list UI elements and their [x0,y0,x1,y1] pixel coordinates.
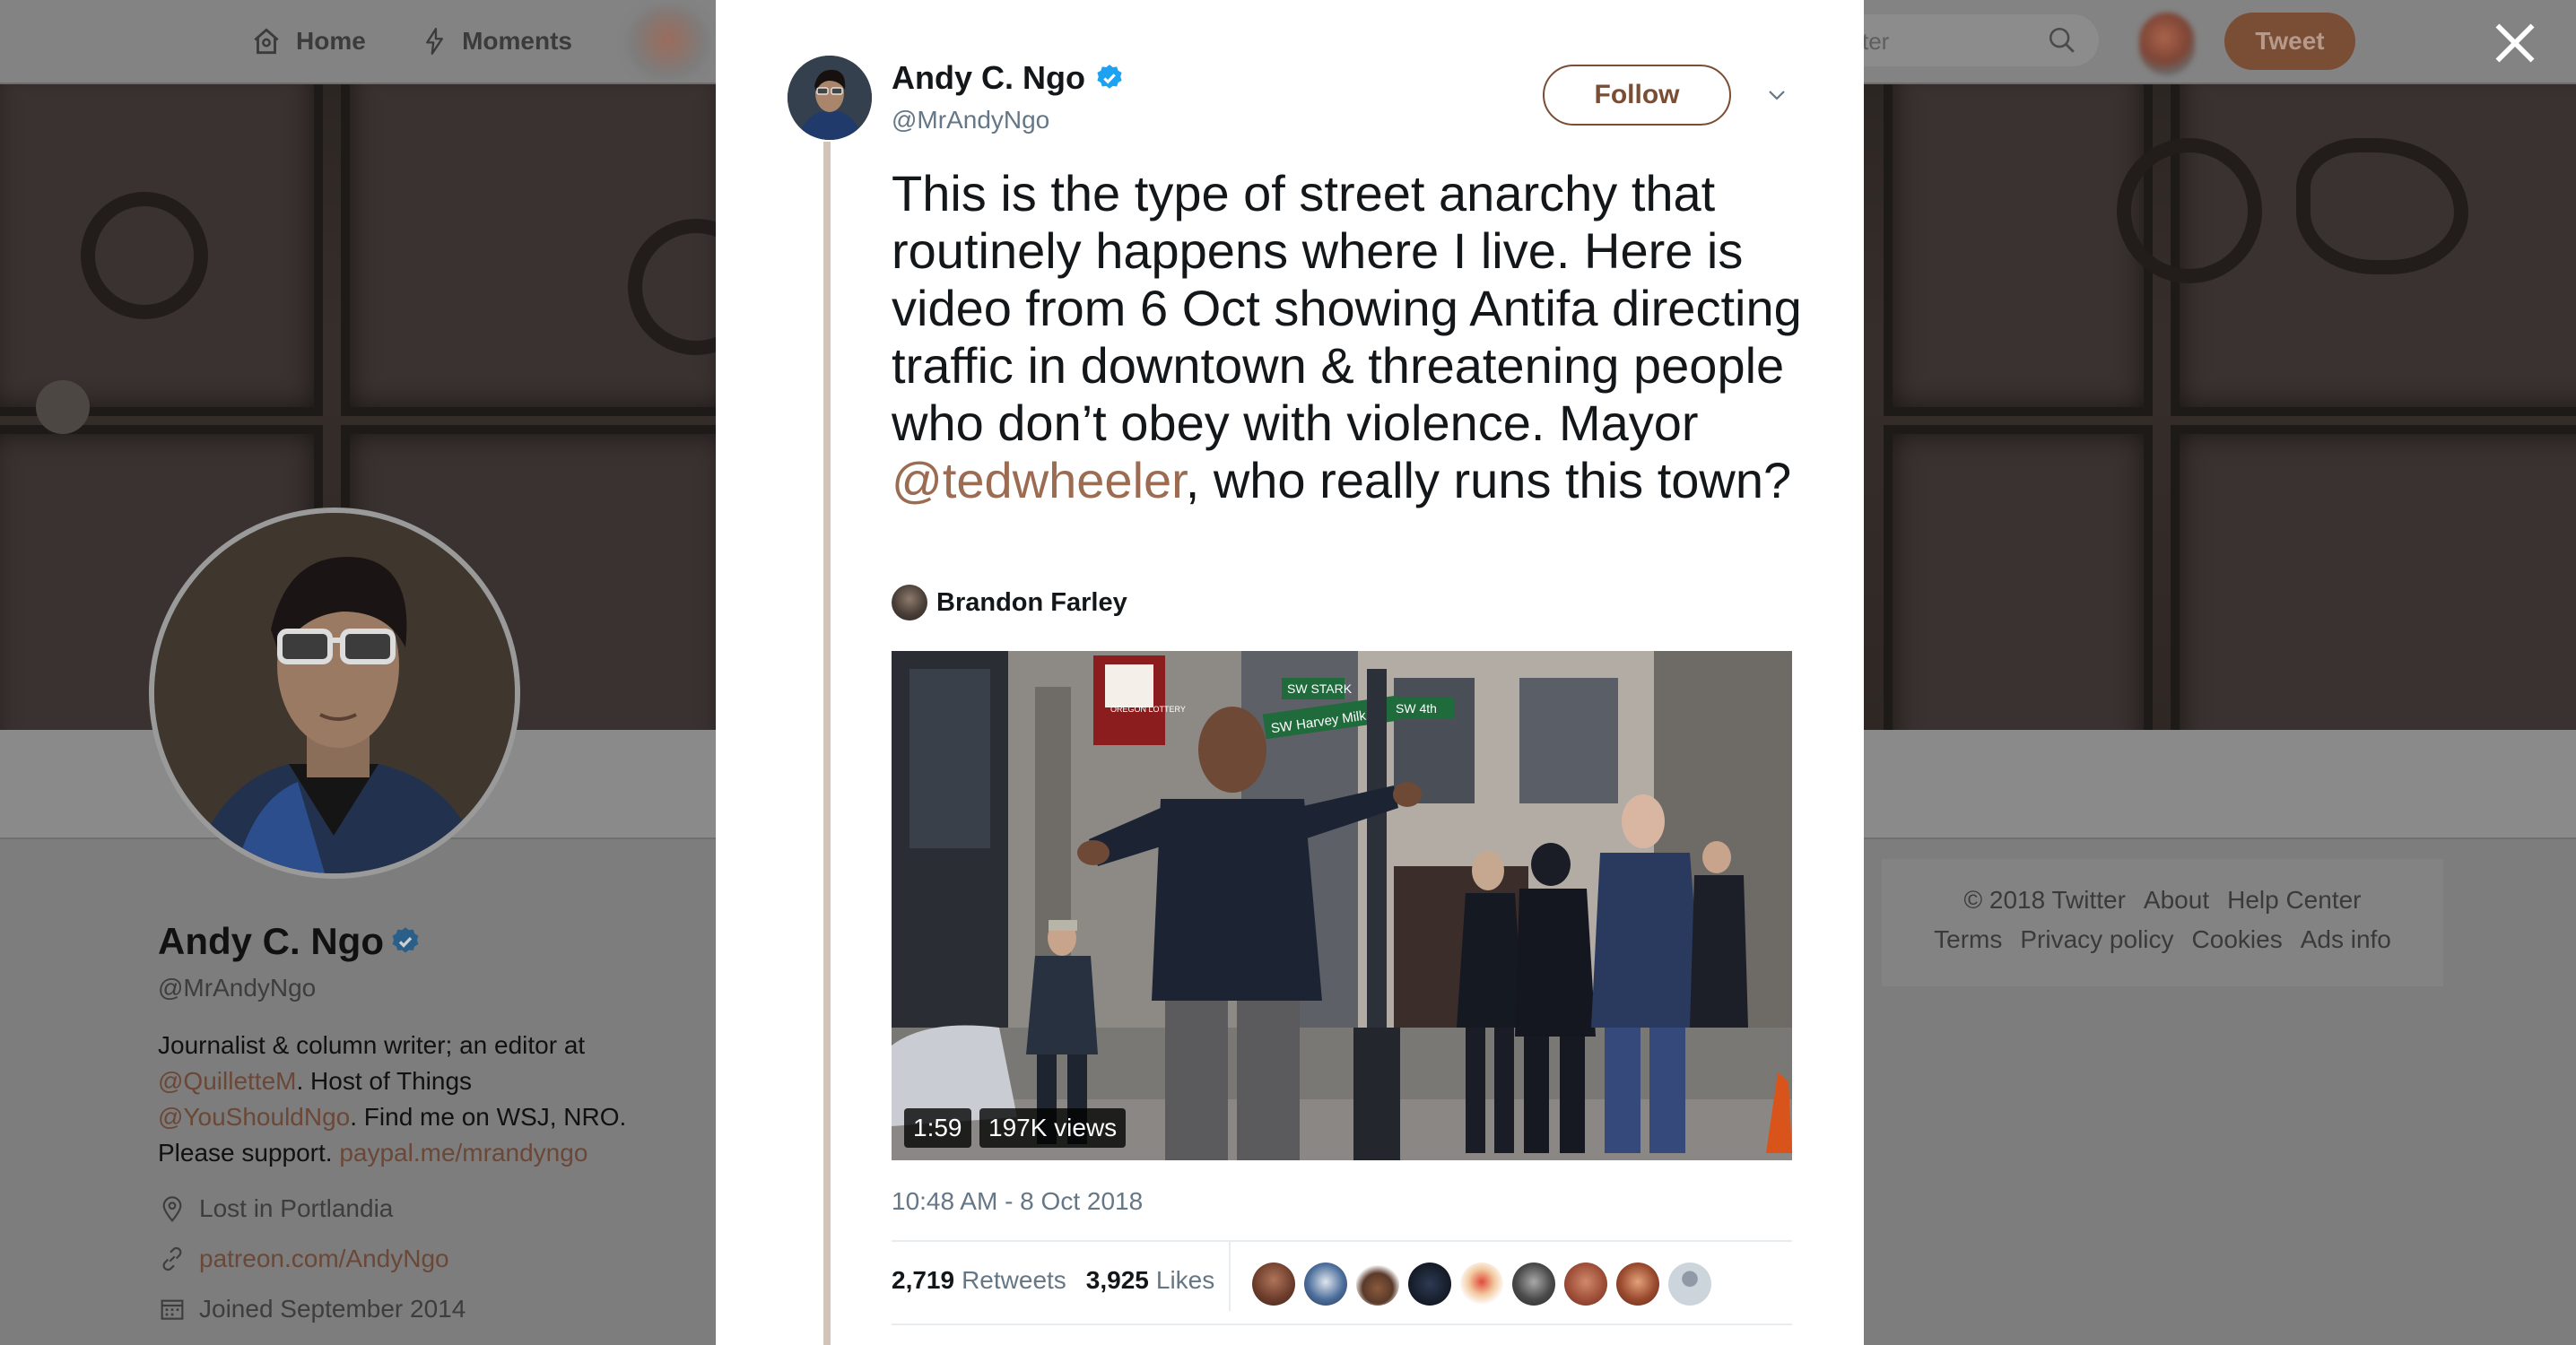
bio-link-quillette[interactable]: @QuilletteM [158,1067,296,1095]
account-avatar[interactable] [2139,13,2195,75]
location-pin-icon [162,1196,182,1222]
profile-website-link[interactable]: patreon.com/AndyNgo [199,1245,449,1273]
search-placeholder: ter [1862,28,1890,55]
divider [892,1323,1792,1325]
tweet-text: This is the type of street anarchy that … [892,165,1806,509]
video-views: 197K views [979,1108,1127,1148]
banner-door-panel [1884,84,2153,416]
profile-avatar[interactable] [149,508,520,879]
follow-button[interactable]: Follow [1543,65,1731,126]
home-icon [254,28,279,55]
retweets-stat[interactable]: 2,719 Retweets [892,1266,1066,1295]
stats-separator [1229,1241,1231,1311]
author-avatar[interactable] [788,56,872,140]
profile-handle: @MrAndyNgo [158,974,317,1002]
profile-location: Lost in Portlandia [158,1194,393,1223]
close-icon[interactable] [2492,20,2538,66]
author-name-text: Andy C. Ngo [892,59,1085,96]
liker-avatar-default[interactable] [1668,1263,1711,1306]
bio-link-paypal[interactable]: paypal.me/mrandyngo [339,1139,587,1167]
profile-bio: Journalist & column writer; an editor at… [158,1028,660,1171]
video-credit[interactable]: Brandon Farley [892,585,1127,620]
verified-badge-icon [1097,65,1122,89]
calendar-icon [161,1299,184,1320]
tweet-modal: Andy C. Ngo @MrAndyNgo Follow This is th… [716,0,1864,1345]
profile-avatar-image [154,513,515,873]
site-footer: © 2018 Twitter About Help Center Terms Priv… [1882,859,2443,986]
profile-joined-text: Joined September 2014 [199,1295,466,1323]
bio-link-youshouldngo[interactable]: @YouShouldNgo [158,1103,350,1131]
divider [892,1240,1792,1242]
compose-tweet-button[interactable]: Tweet [2224,13,2355,70]
profile-name-text: Andy C. Ngo [158,920,384,962]
nav-moments[interactable]: Moments [420,23,572,59]
footer-link-terms[interactable]: Terms [1934,925,2002,953]
footer-copyright: © 2018 Twitter [1963,886,2126,914]
liker-avatar[interactable] [1460,1263,1503,1306]
liker-avatar[interactable] [1356,1263,1399,1306]
footer-link-cookies[interactable]: Cookies [2192,925,2283,953]
video-thumbnail: SW STARK SW Harvey Milk SW 4th OREGON LO… [892,651,1792,1160]
banner-ornament [81,192,208,319]
bio-text: . Find me on WSJ, NRO. [350,1103,627,1131]
chevron-down-icon[interactable] [1763,84,1790,106]
lottery-sign-text: OREGON LOTTERY [1110,705,1186,714]
video-credit-name: Brandon Farley [936,587,1127,617]
liker-avatar[interactable] [1304,1263,1347,1306]
liker-avatar[interactable] [1616,1263,1659,1306]
bio-text: Please support. [158,1139,340,1167]
credit-avatar [892,585,927,620]
author-name[interactable]: Andy C. Ngo [892,59,1125,97]
footer-link-about[interactable]: About [2144,886,2209,914]
lightning-icon [426,28,443,55]
footer-link-privacy[interactable]: Privacy policy [2020,925,2173,953]
search-icon[interactable] [2047,25,2077,56]
likes-label: Likes [1155,1266,1215,1294]
video-duration: 1:59 [904,1108,971,1148]
likers-avatars [1252,1263,1711,1306]
tweet-stats: 2,719 Retweets 3,925 Likes [892,1266,1234,1295]
profile-name: Andy C. Ngo [158,920,422,963]
footer-link-help-center[interactable]: Help Center [2227,886,2361,914]
video-player[interactable]: SW STARK SW Harvey Milk SW 4th OREGON LO… [892,651,1792,1160]
tweet-timestamp[interactable]: 10:48 AM - 8 Oct 2018 [892,1187,1143,1216]
verified-badge-icon [392,927,419,953]
profile-joined: Joined September 2014 [158,1295,466,1323]
banner-door-panel [2171,425,2576,730]
banner-door-panel [1884,425,2153,730]
liker-avatar[interactable] [1512,1263,1555,1306]
footer-row: Terms Privacy policy Cookies Ads info [1882,925,2443,954]
tweet-text-part: , who really runs this town? [1185,452,1792,508]
thread-line [823,142,831,1345]
bio-text: . Host of Things [296,1067,473,1095]
author-handle[interactable]: @MrAndyNgo [892,106,1049,134]
author-avatar-image [788,56,872,140]
footer-row: © 2018 Twitter About Help Center [1882,886,2443,915]
retweets-label: Retweets [962,1266,1066,1294]
bio-text: Journalist & column writer; an editor at [158,1031,586,1059]
liker-avatar[interactable] [1252,1263,1295,1306]
street-sign-text: SW 4th [1396,701,1437,716]
nav-home-label: Home [296,27,366,55]
footer-link-ads-info[interactable]: Ads info [2301,925,2391,953]
banner-door-knob [36,380,90,434]
link-icon [162,1246,182,1271]
liker-avatar[interactable] [1564,1263,1607,1306]
tweet-text-part: This is the type of street anarchy that … [892,165,1802,451]
liker-avatar[interactable] [1408,1263,1451,1306]
search-input[interactable]: ter [1830,14,2099,66]
nav-moments-label: Moments [462,27,572,55]
mention-link[interactable]: @tedwheeler [892,452,1186,508]
profile-website[interactable]: patreon.com/AndyNgo [158,1245,449,1273]
likes-stat[interactable]: 3,925 Likes [1086,1266,1214,1295]
retweets-count: 2,719 [892,1266,955,1294]
nav-notifications-blurred[interactable] [628,7,709,79]
nav-home[interactable]: Home [249,23,366,59]
likes-count: 3,925 [1085,1266,1149,1294]
banner-ornament [2117,138,2262,283]
street-sign-text: SW STARK [1287,681,1353,696]
profile-location-text: Lost in Portlandia [199,1194,394,1222]
